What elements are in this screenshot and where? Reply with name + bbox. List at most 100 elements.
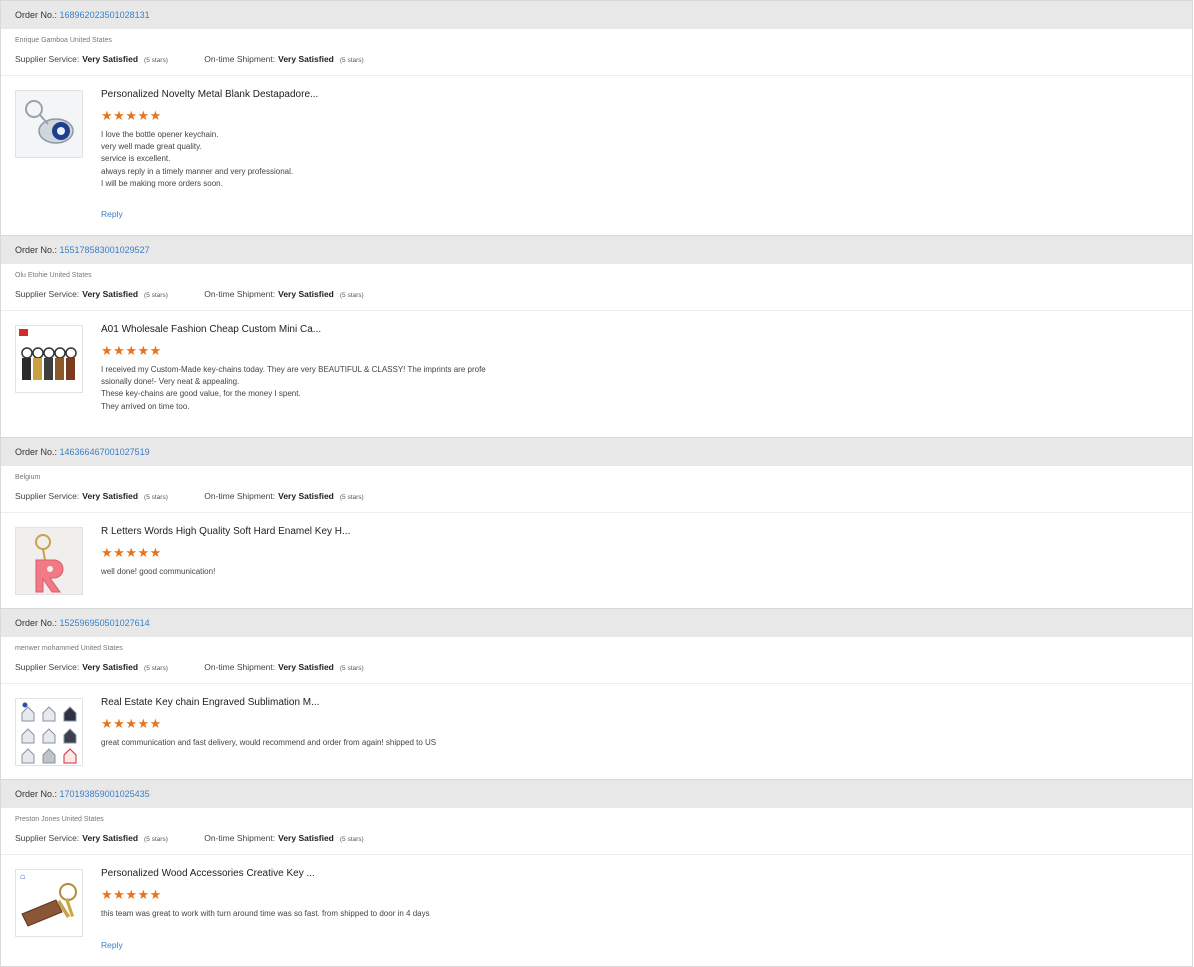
review-text-line: this team was great to work with turn ar… xyxy=(101,909,430,918)
buyer-info: Preston Jones United States Supplier Ser… xyxy=(1,808,1192,855)
product-title-link[interactable]: Real Estate Key chain Engraved Sublimati… xyxy=(101,697,319,708)
product-thumbnail[interactable] xyxy=(15,527,83,595)
rating-stars: ★★★★★ xyxy=(101,888,162,901)
order-header: Order No.: 170193859001025435 xyxy=(1,780,1192,808)
shipment-stars: (5 stars) xyxy=(339,292,364,299)
buyer-info: Belgium Supplier Service: Very Satisfied (… xyxy=(1,466,1192,513)
star-icon: ★ xyxy=(149,545,162,560)
order-number-link[interactable]: 152596950501027614 xyxy=(60,618,150,628)
shipment-label: On-time Shipment: xyxy=(204,54,276,64)
review-card: Order No.: 146366467001027519 Belgium Su… xyxy=(0,438,1193,609)
review-text: well done! good communication! xyxy=(101,566,215,578)
service-ratings: Supplier Service: Very Satisfied (5 stars)… xyxy=(15,491,364,501)
bottle-opener-keychain-icon xyxy=(16,91,82,157)
star-icon: ★ xyxy=(137,108,150,123)
house-keychains-icon xyxy=(16,699,82,765)
supplier-service-stars: (5 stars) xyxy=(144,665,168,672)
star-icon: ★ xyxy=(101,545,114,560)
shipment-value: Very Satisfied xyxy=(278,54,334,64)
order-number-link[interactable]: 168962023501028131 xyxy=(60,10,150,20)
supplier-service-value: Very Satisfied xyxy=(82,289,139,299)
star-icon: ★ xyxy=(113,108,126,123)
review-card: Order No.: 170193859001025435 Preston Jo… xyxy=(0,780,1193,967)
review-text-line: These key-chains are good value, for the… xyxy=(101,389,301,399)
order-label: Order No.: xyxy=(15,789,58,799)
star-icon: ★ xyxy=(113,716,126,731)
review-text-line: They arrived on time too. xyxy=(101,401,190,411)
supplier-service-label: Supplier Service: xyxy=(15,491,80,501)
star-icon: ★ xyxy=(113,545,126,560)
review-card: Order No.: 152596950501027614 menwer moh… xyxy=(0,609,1193,780)
product-title-link[interactable]: R Letters Words High Quality Soft Hard E… xyxy=(101,526,350,537)
star-icon: ★ xyxy=(125,108,138,123)
product-title-link[interactable]: Personalized Wood Accessories Creative K… xyxy=(101,868,315,879)
rating-stars: ★★★★★ xyxy=(101,546,162,559)
supplier-service-stars: (5 stars) xyxy=(144,292,168,299)
order-number-link[interactable]: 155178583001029527 xyxy=(60,245,150,255)
service-ratings: Supplier Service: Very Satisfied (5 stars)… xyxy=(15,54,364,64)
shipment-stars: (5 stars) xyxy=(339,494,364,501)
order-label: Order No.: xyxy=(15,245,58,255)
service-ratings: Supplier Service: Very Satisfied (5 stars)… xyxy=(15,833,364,843)
buyer-name: Belgium xyxy=(15,474,41,481)
buyer-info: menwer mohammed United States Supplier S… xyxy=(1,637,1192,684)
order-number-link[interactable]: 170193859001025435 xyxy=(60,789,150,799)
rating-stars: ★★★★★ xyxy=(101,109,162,122)
star-icon: ★ xyxy=(125,545,138,560)
star-icon: ★ xyxy=(137,887,150,902)
product-thumbnail[interactable] xyxy=(15,90,83,158)
buyer-name: menwer mohammed United States xyxy=(15,645,123,652)
star-icon: ★ xyxy=(149,716,162,731)
supplier-service-stars: (5 stars) xyxy=(144,57,168,64)
supplier-service-stars: (5 stars) xyxy=(144,494,168,501)
review-card: Order No.: 168962023501028131 Enrique Ga… xyxy=(0,0,1193,236)
product-thumbnail[interactable] xyxy=(15,325,83,393)
review-text-line: ssionally done!- Very neat & appealing. xyxy=(101,377,240,387)
product-title-link[interactable]: A01 Wholesale Fashion Cheap Custom Mini … xyxy=(101,324,321,335)
shipment-label: On-time Shipment: xyxy=(204,289,276,299)
buyer-name: Olu Etohie United States xyxy=(15,272,92,279)
star-icon: ★ xyxy=(101,108,114,123)
order-label: Order No.: xyxy=(15,447,58,457)
rating-stars: ★★★★★ xyxy=(101,717,162,730)
shipment-stars: (5 stars) xyxy=(339,57,364,64)
review-card: Order No.: 155178583001029527 Olu Etohie… xyxy=(0,236,1193,438)
product-title-link[interactable]: Personalized Novelty Metal Blank Destapa… xyxy=(101,89,318,100)
review-text: I love the bottle opener keychain. very w… xyxy=(101,129,293,190)
shipment-label: On-time Shipment: xyxy=(204,833,276,843)
supplier-service-label: Supplier Service: xyxy=(15,833,80,843)
shipment-label: On-time Shipment: xyxy=(204,491,276,501)
star-icon: ★ xyxy=(101,343,114,358)
star-icon: ★ xyxy=(101,887,114,902)
product-thumbnail[interactable]: ☖ xyxy=(15,869,83,937)
star-icon: ★ xyxy=(101,716,114,731)
review-text-line: I received my Custom-Made key-chains tod… xyxy=(101,365,486,374)
order-header: Order No.: 146366467001027519 xyxy=(1,438,1192,466)
svg-text:☖: ☖ xyxy=(20,874,25,881)
supplier-service-value: Very Satisfied xyxy=(82,833,139,843)
review-text-line: always reply in a timely manner and very… xyxy=(101,166,294,176)
product-thumbnail[interactable] xyxy=(15,698,83,766)
supplier-service-value: Very Satisfied xyxy=(82,662,139,672)
shipment-value: Very Satisfied xyxy=(278,289,334,299)
review-text-line: great communication and fast delivery, w… xyxy=(101,738,437,747)
review-text: I received my Custom-Made key-chains tod… xyxy=(101,364,486,413)
order-number-link[interactable]: 146366467001027519 xyxy=(60,447,150,457)
reply-link[interactable]: Reply xyxy=(101,940,123,950)
reviews-list: Order No.: 168962023501028131 Enrique Ga… xyxy=(0,0,1194,967)
review-text: great communication and fast delivery, w… xyxy=(101,737,436,749)
review-text-line: service is excellent. xyxy=(101,154,171,164)
buyer-name: Enrique Gamboa United States xyxy=(15,37,112,44)
order-label: Order No.: xyxy=(15,618,58,628)
supplier-service-label: Supplier Service: xyxy=(15,289,80,299)
supplier-service-value: Very Satisfied xyxy=(82,491,139,501)
reply-link[interactable]: Reply xyxy=(101,209,123,219)
star-icon: ★ xyxy=(113,343,126,358)
star-icon: ★ xyxy=(113,887,126,902)
supplier-service-label: Supplier Service: xyxy=(15,54,80,64)
supplier-service-label: Supplier Service: xyxy=(15,662,80,672)
buyer-name: Preston Jones United States xyxy=(15,816,104,823)
shipment-value: Very Satisfied xyxy=(278,833,334,843)
rating-stars: ★★★★★ xyxy=(101,344,162,357)
shipment-label: On-time Shipment: xyxy=(204,662,276,672)
